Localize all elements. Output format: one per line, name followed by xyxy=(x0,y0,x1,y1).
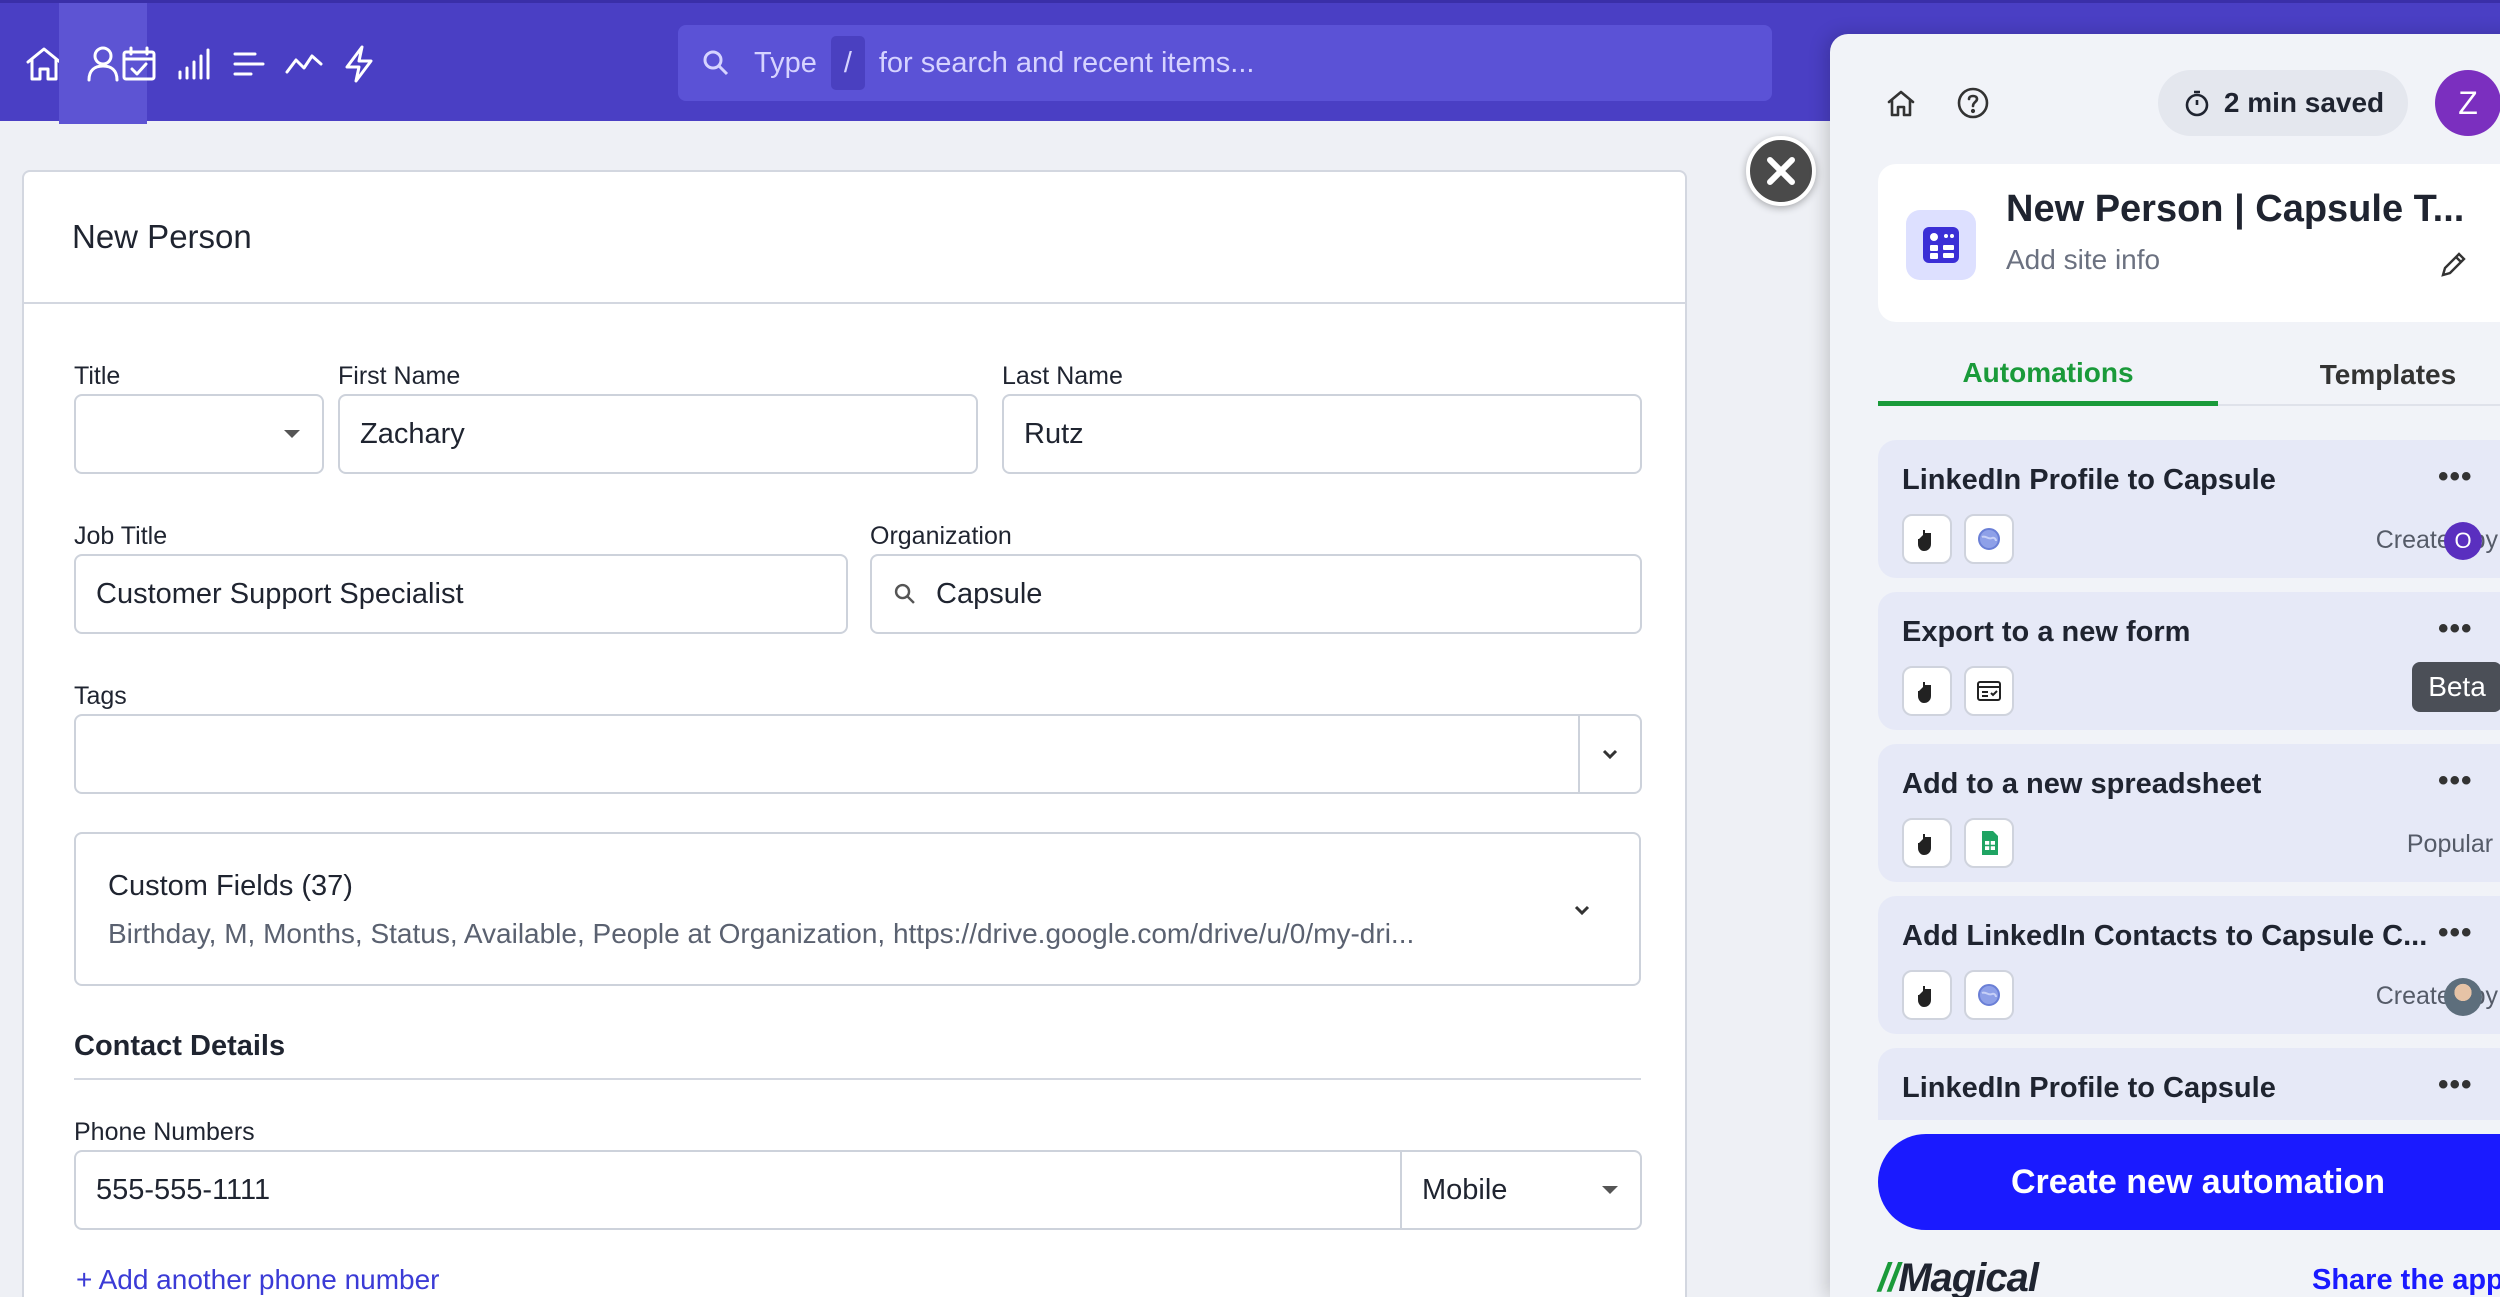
globe-icon xyxy=(1964,970,2014,1020)
creator-avatar xyxy=(2444,978,2482,1016)
search-icon xyxy=(703,50,729,76)
custom-fields-panel[interactable]: Custom Fields (37) Birthday, M, Months, … xyxy=(74,832,1641,986)
title-select[interactable] xyxy=(74,394,324,474)
phone-number-field[interactable]: 555-555-1111 xyxy=(74,1150,1402,1230)
user-avatar[interactable]: Z xyxy=(2435,70,2500,136)
automation-title: Add LinkedIn Contacts to Capsule C... xyxy=(1902,920,2428,952)
popular-label: Popular xyxy=(2406,830,2494,858)
click-trigger-icon xyxy=(1902,818,1952,868)
new-person-card: New Person Title First Name Zachary Last… xyxy=(22,170,1687,1297)
more-options-icon[interactable]: ••• xyxy=(2438,612,2473,646)
stopwatch-icon xyxy=(2185,90,2209,117)
tags-label: Tags xyxy=(74,682,127,710)
tab-templates[interactable]: Templates xyxy=(2218,344,2500,406)
automation-title: Add to a new spreadsheet xyxy=(1902,768,2262,800)
home-icon[interactable] xyxy=(1874,76,1928,130)
automation-card[interactable]: Add to a new spreadsheet ••• Popular xyxy=(1878,744,2500,882)
section-divider xyxy=(74,1078,1641,1080)
click-trigger-icon xyxy=(1902,666,1952,716)
pencil-icon[interactable] xyxy=(2438,250,2472,284)
last-name-field[interactable]: Rutz xyxy=(1002,394,1642,474)
search-shortcut-key: / xyxy=(830,36,865,90)
time-saved-badge: 2 min saved xyxy=(2158,70,2408,136)
automation-card[interactable]: Export to a new form ••• Beta xyxy=(1878,592,2500,730)
tags-field[interactable] xyxy=(74,714,1642,794)
automation-title: LinkedIn Profile to Capsule xyxy=(1902,464,2276,496)
phone-numbers-label: Phone Numbers xyxy=(74,1118,255,1146)
search-input[interactable]: Type / for search and recent items... xyxy=(678,25,1772,101)
chevron-down-icon[interactable] xyxy=(1572,900,1592,920)
more-options-icon[interactable]: ••• xyxy=(2438,460,2473,494)
form-icon xyxy=(1964,666,2014,716)
automation-card[interactable]: LinkedIn Profile to Capsule ••• Created … xyxy=(1878,440,2500,578)
add-site-info-link[interactable]: Add site info xyxy=(2006,244,2160,276)
organization-label: Organization xyxy=(870,522,1012,550)
automation-list: LinkedIn Profile to Capsule ••• Created … xyxy=(1878,440,2500,1120)
panel-tabs: Automations Templates xyxy=(1878,344,2500,406)
caret-down-icon xyxy=(1602,1186,1618,1194)
add-phone-link[interactable]: + Add another phone number xyxy=(76,1264,440,1296)
tags-dropdown-toggle[interactable] xyxy=(1578,716,1640,792)
search-icon xyxy=(894,583,915,604)
create-automation-button[interactable]: Create new automation xyxy=(1878,1134,2500,1230)
job-title-label: Job Title xyxy=(74,522,168,550)
contact-details-heading: Contact Details xyxy=(74,1030,286,1062)
share-app-link[interactable]: Share the app xyxy=(2312,1264,2500,1297)
automation-title: LinkedIn Profile to Capsule xyxy=(1902,1072,2276,1104)
first-name-field[interactable]: Zachary xyxy=(338,394,978,474)
capsule-app-icon xyxy=(1906,210,1976,280)
phone-type-select[interactable]: Mobile xyxy=(1400,1150,1642,1230)
first-name-label: First Name xyxy=(338,362,461,390)
automation-title: Export to a new form xyxy=(1902,616,2191,648)
site-title: New Person | Capsule T... xyxy=(2006,188,2465,230)
page-title: New Person xyxy=(24,172,1685,304)
more-options-icon[interactable]: ••• xyxy=(2438,764,2473,798)
beta-badge: Beta xyxy=(2412,662,2500,712)
close-icon xyxy=(1767,157,1795,185)
search-placeholder: for search and recent items... xyxy=(878,46,1255,79)
automation-card[interactable]: LinkedIn Profile to Capsule ••• xyxy=(1878,1048,2500,1120)
click-trigger-icon xyxy=(1902,970,1952,1020)
creator-avatar: O xyxy=(2444,522,2482,560)
globe-icon xyxy=(1964,514,2014,564)
google-sheets-icon xyxy=(1964,818,2014,868)
title-label: Title xyxy=(74,362,121,390)
more-options-icon[interactable]: ••• xyxy=(2438,1068,2473,1102)
chevron-down-icon xyxy=(1602,749,1618,760)
magical-logo: //Magical xyxy=(1878,1256,2039,1297)
caret-down-icon xyxy=(284,430,300,438)
close-panel-button[interactable] xyxy=(1746,136,1816,206)
tab-automations[interactable]: Automations xyxy=(1878,344,2218,406)
organization-field[interactable]: Capsule xyxy=(870,554,1642,634)
custom-fields-summary: Birthday, M, Months, Status, Available, … xyxy=(108,918,1415,949)
help-icon[interactable] xyxy=(1946,76,2000,130)
job-title-field[interactable]: Customer Support Specialist xyxy=(74,554,848,634)
last-name-label: Last Name xyxy=(1002,362,1123,390)
magical-side-panel: 2 min saved Z New Person | Capsule T... … xyxy=(1830,34,2500,1297)
automation-card[interactable]: Add LinkedIn Contacts to Capsule C... ••… xyxy=(1878,896,2500,1034)
click-trigger-icon xyxy=(1902,514,1952,564)
custom-fields-title: Custom Fields (37) xyxy=(108,870,353,902)
site-info-card: New Person | Capsule T... Add site info xyxy=(1878,164,2500,322)
more-options-icon[interactable]: ••• xyxy=(2438,916,2473,950)
search-prefix: Type xyxy=(754,46,817,79)
workflow-bolt-icon[interactable] xyxy=(315,3,403,124)
